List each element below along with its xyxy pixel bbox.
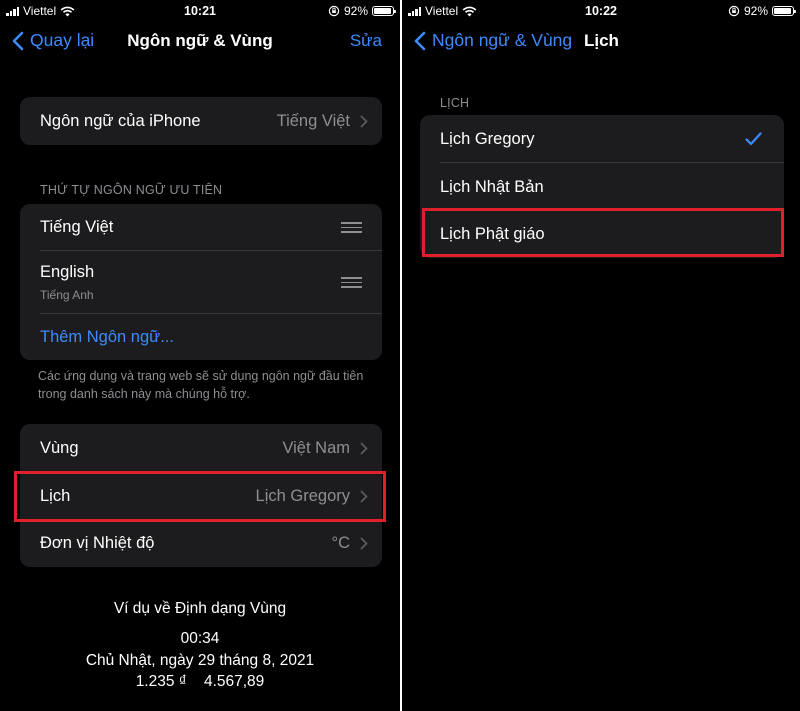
language-label-group: English Tiếng Anh bbox=[40, 263, 341, 302]
battery-fill bbox=[374, 8, 391, 14]
format-example-numbers: 1.235 ₫ 4.567,89 bbox=[135, 673, 265, 690]
chevron-right-icon bbox=[360, 442, 368, 454]
reorder-handle-icon[interactable] bbox=[341, 277, 362, 288]
iphone-language-value: Tiếng Việt bbox=[276, 111, 350, 130]
calendar-value: Lịch Gregory bbox=[255, 486, 350, 505]
calendar-section-header: LỊCH bbox=[440, 96, 470, 110]
preferred-languages-group: Tiếng Việt English Tiếng Anh Thêm Ngôn n… bbox=[20, 204, 382, 360]
language-row-english[interactable]: English Tiếng Anh bbox=[20, 251, 382, 314]
calendar-options-group: Lịch Gregory Lịch Nhật Bản Lịch Phật giá… bbox=[420, 115, 784, 258]
checkmark-icon bbox=[745, 132, 762, 146]
orientation-lock-icon bbox=[328, 5, 340, 17]
back-button[interactable]: Ngôn ngữ & Vùng bbox=[414, 30, 572, 51]
region-label: Vùng bbox=[40, 438, 79, 457]
edit-button[interactable]: Sửa bbox=[350, 31, 382, 51]
chevron-right-icon bbox=[360, 490, 368, 502]
battery-fill bbox=[774, 8, 791, 14]
page-title: Lịch bbox=[584, 31, 619, 50]
chevron-right-icon bbox=[360, 537, 368, 550]
battery-percent: 92% bbox=[343, 4, 368, 18]
chevron-right-icon bbox=[360, 115, 368, 127]
status-right-group: 92% bbox=[728, 4, 796, 18]
settings-language-region-screen: Viettel 10:21 92% Quay lại Ngôn ngữ & Vù… bbox=[0, 0, 400, 711]
calendar-selection-screen: Viettel 10:22 92% Ngôn ngữ & Vùng Lịch L… bbox=[402, 0, 800, 711]
navigation-bar: Quay lại Ngôn ngữ & Vùng Sửa bbox=[0, 22, 400, 62]
iphone-language-group: Ngôn ngữ của iPhone Tiếng Việt bbox=[20, 97, 382, 145]
calendar-option-label: Lịch Nhật Bản bbox=[440, 177, 544, 196]
format-example-title: Ví dụ về Định dạng Vùng bbox=[113, 600, 287, 617]
language-label: Tiếng Việt bbox=[40, 218, 114, 236]
status-bar: Viettel 10:22 92% bbox=[402, 0, 800, 22]
battery-percent: 92% bbox=[743, 4, 768, 18]
language-sublabel: Tiếng Anh bbox=[40, 288, 94, 302]
battery-icon bbox=[772, 6, 796, 16]
preferred-languages-header: THỨ TỰ NGÔN NGỮ ƯU TIÊN bbox=[40, 183, 223, 197]
back-button-label: Ngôn ngữ & Vùng bbox=[432, 30, 573, 50]
language-row-vietnamese[interactable]: Tiếng Việt bbox=[20, 204, 382, 251]
temperature-unit-value: °C bbox=[331, 534, 350, 552]
region-value: Việt Nam bbox=[282, 438, 350, 457]
format-example-date: Chủ Nhật, ngày 29 tháng 8, 2021 bbox=[85, 652, 315, 669]
add-language-link[interactable]: Thêm Ngôn ngữ... bbox=[40, 328, 368, 347]
calendar-row[interactable]: Lịch Lịch Gregory bbox=[20, 472, 382, 520]
calendar-option-label: Lịch Gregory bbox=[440, 129, 535, 148]
calendar-option-label: Lịch Phật giáo bbox=[440, 225, 545, 243]
calendar-option-buddhist[interactable]: Lịch Phật giáo bbox=[420, 211, 784, 258]
iphone-language-row[interactable]: Ngôn ngữ của iPhone Tiếng Việt bbox=[20, 97, 382, 145]
calendar-option-japanese[interactable]: Lịch Nhật Bản bbox=[420, 163, 784, 211]
orientation-lock-icon bbox=[728, 5, 740, 17]
format-example-time: 00:34 bbox=[180, 630, 220, 647]
status-bar: Viettel 10:21 92% bbox=[0, 0, 400, 22]
calendar-option-gregorian[interactable]: Lịch Gregory bbox=[420, 115, 784, 163]
battery-icon bbox=[372, 6, 396, 16]
calendar-label: Lịch bbox=[40, 486, 71, 505]
region-settings-group: Vùng Việt Nam Lịch Lịch Gregory Đơn vị N… bbox=[20, 424, 382, 567]
temperature-unit-row[interactable]: Đơn vị Nhiệt độ °C bbox=[20, 520, 382, 567]
iphone-language-label: Ngôn ngữ của iPhone bbox=[40, 111, 201, 130]
chevron-left-icon bbox=[414, 31, 426, 50]
region-row[interactable]: Vùng Việt Nam bbox=[20, 424, 382, 472]
language-label: English bbox=[40, 263, 95, 281]
reorder-handle-icon[interactable] bbox=[341, 222, 362, 233]
temperature-unit-label: Đơn vị Nhiệt độ bbox=[40, 534, 155, 552]
navigation-bar: Ngôn ngữ & Vùng Lịch bbox=[402, 22, 800, 62]
page-title: Ngôn ngữ & Vùng bbox=[127, 31, 273, 50]
status-right-group: 92% bbox=[328, 4, 396, 18]
preferred-languages-note: Các ứng dụng và trang web sẽ sử dụng ngô… bbox=[38, 369, 364, 402]
add-language-row[interactable]: Thêm Ngôn ngữ... bbox=[20, 314, 382, 360]
